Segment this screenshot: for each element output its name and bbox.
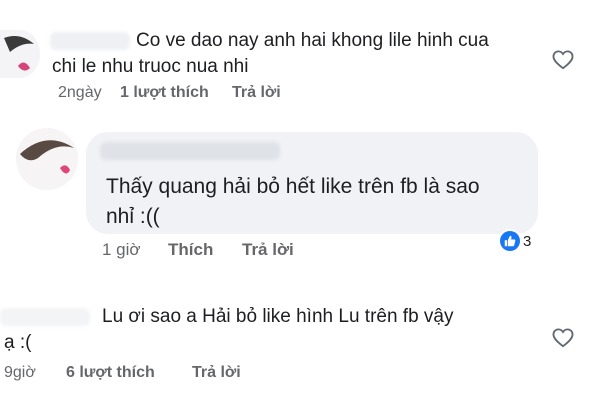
timestamp[interactable]: 1 giờ <box>102 240 141 260</box>
avatar[interactable] <box>16 128 78 190</box>
commenter-name-blurred[interactable] <box>100 142 280 160</box>
like-link[interactable]: Thích <box>168 240 213 260</box>
likes-count[interactable]: 1 lượt thích <box>120 84 209 102</box>
heart-outline-icon[interactable] <box>552 328 574 348</box>
comment-text: Lu ơi sao a Hải bỏ like hình Lu trên fb … <box>4 306 454 353</box>
comment-text: Thấy quang hải bỏ hết like trên fb là sa… <box>106 175 480 228</box>
timestamp[interactable]: 9giờ <box>4 364 36 382</box>
heart-outline-icon[interactable] <box>552 50 574 70</box>
reply-link[interactable]: Trả lời <box>232 84 281 102</box>
reply-link[interactable]: Trả lời <box>192 364 241 382</box>
comment-text: Co ve dao nay anh hai khong lile hinh cu… <box>52 30 489 77</box>
reply-link[interactable]: Trả lời <box>242 240 294 260</box>
comment-meta: 1 giờ Thích Trả lời <box>0 240 600 260</box>
likes-count[interactable]: 6 lượt thích <box>66 364 155 382</box>
comment-meta: 9giờ 6 lượt thích Trả lời <box>0 364 600 384</box>
timestamp[interactable]: 2ngày <box>58 84 102 102</box>
comment-bubble: Thấy quang hải bỏ hết like trên fb là sa… <box>86 132 538 234</box>
avatar[interactable] <box>0 30 40 78</box>
comment-meta: 2ngày 1 lượt thích Trả lời <box>0 84 600 104</box>
